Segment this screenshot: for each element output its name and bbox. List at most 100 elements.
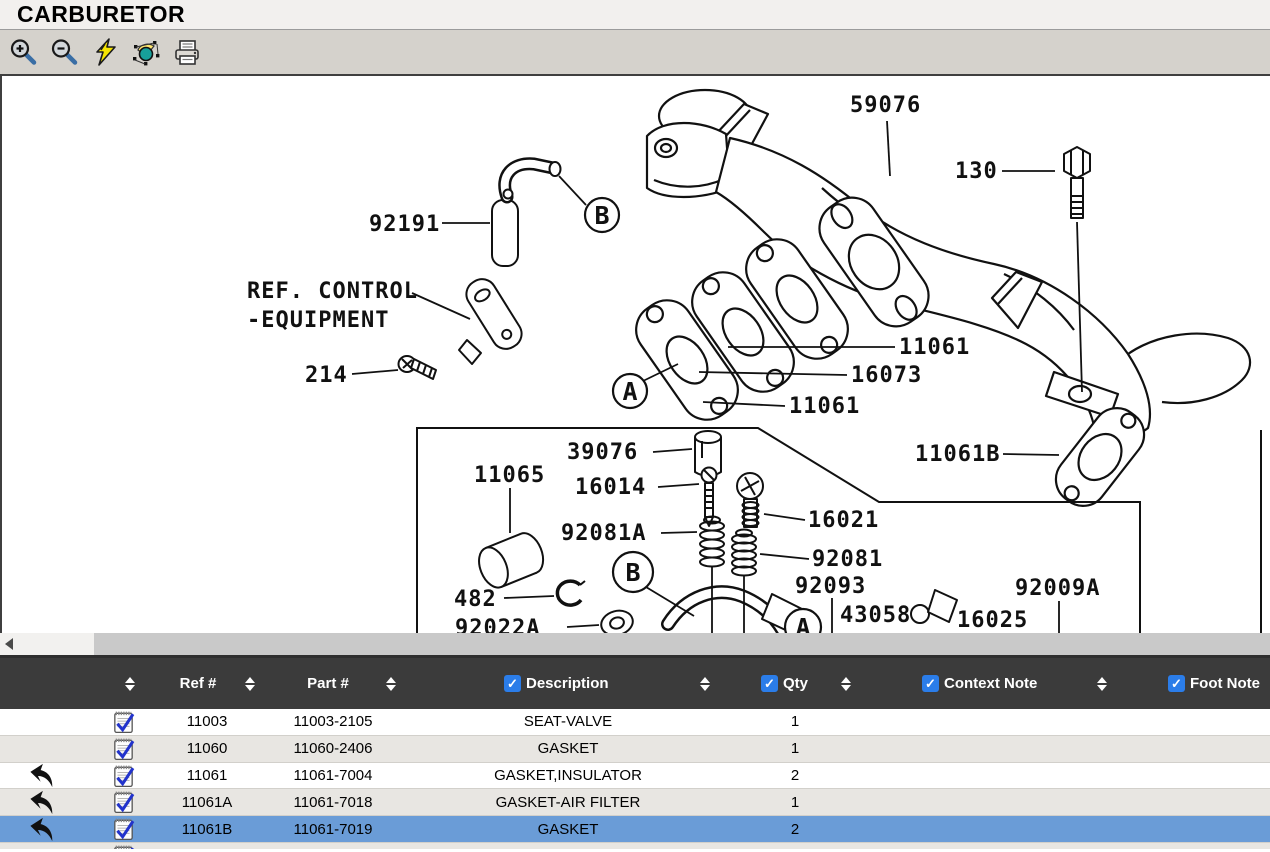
column-header-description[interactable]: Description	[526, 658, 609, 709]
part-label-39076[interactable]: 39076	[567, 440, 638, 465]
part-label-11061-b[interactable]: 11061	[789, 394, 860, 419]
sort-part-column[interactable]	[386, 658, 396, 709]
scrollbar-thumb[interactable]	[94, 633, 1270, 655]
part-cell: 11003-2105	[263, 709, 403, 735]
table-row[interactable]: 11003 11003-2105 SEAT-VALVE 1	[0, 709, 1270, 736]
locate-in-diagram-arrow-icon[interactable]	[24, 816, 60, 842]
edit-note-icon[interactable]	[108, 843, 138, 849]
part-label-482[interactable]: 482	[454, 587, 497, 612]
desc-cell: SEAT-VALVE	[428, 709, 708, 735]
part-label-11065[interactable]: 11065	[474, 463, 545, 488]
edit-note-icon[interactable]	[108, 816, 138, 842]
column-header-ref[interactable]: Ref #	[168, 658, 228, 709]
hardware-drawings	[399, 147, 1091, 633]
column-header-qty[interactable]: Qty	[783, 658, 808, 709]
part-label-92093[interactable]: 92093	[795, 574, 866, 599]
edit-note-icon[interactable]	[108, 789, 138, 815]
part-label-16014[interactable]: 16014	[575, 475, 646, 500]
column-header-foot-note[interactable]: Foot Note	[1190, 658, 1260, 709]
page-title: CARBURETOR	[17, 1, 185, 28]
qty-cell: 2	[768, 816, 822, 842]
column-header-part[interactable]: Part #	[296, 658, 360, 709]
sort-arrows-icon[interactable]	[841, 677, 851, 691]
part-label-92022A[interactable]: 92022A	[455, 616, 540, 633]
edit-note-icon[interactable]	[108, 763, 138, 789]
part-label-92081A[interactable]: 92081A	[561, 521, 646, 546]
zoom-in-icon	[9, 38, 37, 66]
foot-note-checkbox[interactable]	[1168, 658, 1185, 709]
checkbox-checked-icon	[1168, 675, 1185, 692]
checkbox-checked-icon	[922, 675, 939, 692]
part-cell: 11061-7018	[263, 789, 403, 815]
ref-cell	[148, 843, 266, 849]
callout-letter: B	[625, 558, 640, 587]
sort-arrows-icon[interactable]	[125, 677, 135, 691]
ref-control-label: REF. CONTROL	[247, 279, 418, 304]
edit-note-icon[interactable]	[108, 709, 138, 735]
parts-diagram: B A B A 59076 130 92191 REF. CONTROL -EQ…	[0, 76, 1270, 633]
sort-icon-column[interactable]	[125, 658, 135, 709]
zoom-out-button[interactable]	[49, 37, 79, 67]
scroll-left-button[interactable]	[0, 633, 18, 655]
ref-cell: 11061A	[148, 789, 266, 815]
callout-letter: B	[594, 201, 609, 230]
part-label-59076[interactable]: 59076	[850, 93, 921, 118]
parts-diagram-canvas[interactable]: B A B A 59076 130 92191 REF. CONTROL -EQ…	[2, 76, 1270, 633]
flash-highlight-button[interactable]	[90, 37, 120, 67]
print-button[interactable]	[172, 37, 202, 67]
part-label-130[interactable]: 130	[955, 159, 998, 184]
desc-cell: GASKET	[428, 816, 708, 842]
part-cell: 11060-2406	[263, 736, 403, 762]
table-row[interactable]: 11061A 11061-7018 GASKET-AIR FILTER 1	[0, 789, 1270, 816]
table-row[interactable]	[0, 843, 1270, 849]
ref-cell: 11003	[148, 709, 266, 735]
ref-cell: 11061B	[148, 816, 266, 842]
context-note-checkbox[interactable]	[922, 658, 939, 709]
qty-cell: 1	[768, 709, 822, 735]
part-label-214[interactable]: 214	[305, 363, 348, 388]
sort-arrows-icon[interactable]	[245, 677, 255, 691]
part-cell: 11061-7004	[263, 763, 403, 789]
locate-in-diagram-arrow-icon[interactable]	[24, 789, 60, 815]
parts-table-body: 11003 11003-2105 SEAT-VALVE 1 11060 1106…	[0, 709, 1270, 849]
hotspot-select-icon	[132, 38, 160, 66]
sort-context-column[interactable]	[1097, 658, 1107, 709]
sort-arrows-icon[interactable]	[1097, 677, 1107, 691]
table-row-selected[interactable]: 11061B 11061-7019 GASKET 2	[0, 816, 1270, 843]
title-bar: CARBURETOR	[0, 0, 1270, 30]
column-header-context-note[interactable]: Context Note	[944, 658, 1037, 709]
checkbox-checked-icon	[761, 675, 778, 692]
part-label-16025[interactable]: 16025	[957, 608, 1028, 633]
description-checkbox[interactable]	[504, 658, 521, 709]
part-label-92009A[interactable]: 92009A	[1015, 576, 1100, 601]
part-label-11061B[interactable]: 11061B	[915, 442, 1000, 467]
table-row[interactable]: 11061 11061-7004 GASKET,INSULATOR 2	[0, 763, 1270, 790]
part-label-16021[interactable]: 16021	[808, 508, 879, 533]
equipment-label: -EQUIPMENT	[247, 308, 389, 333]
part-label-11061-a[interactable]: 11061	[899, 335, 970, 360]
edit-note-icon[interactable]	[108, 736, 138, 762]
part-label-92191[interactable]: 92191	[369, 212, 440, 237]
qty-cell: 1	[768, 736, 822, 762]
checkbox-checked-icon	[504, 675, 521, 692]
table-row[interactable]: 11060 11060-2406 GASKET 1	[0, 736, 1270, 763]
scroll-left-arrow-icon	[5, 638, 13, 650]
sort-ref-column[interactable]	[245, 658, 255, 709]
horizontal-scrollbar[interactable]	[0, 633, 1270, 655]
qty-cell	[768, 843, 822, 849]
callout-letter: A	[795, 613, 810, 633]
sort-arrows-icon[interactable]	[386, 677, 396, 691]
desc-cell	[428, 843, 708, 849]
sort-description-column[interactable]	[700, 658, 710, 709]
qty-cell: 1	[768, 789, 822, 815]
hotspot-select-button[interactable]	[131, 37, 161, 67]
part-label-43058[interactable]: 43058	[840, 603, 911, 628]
sort-qty-column[interactable]	[841, 658, 851, 709]
qty-checkbox[interactable]	[761, 658, 778, 709]
part-label-92081[interactable]: 92081	[812, 547, 883, 572]
locate-in-diagram-arrow-icon[interactable]	[24, 763, 60, 789]
sort-arrows-icon[interactable]	[700, 677, 710, 691]
lightning-icon	[91, 38, 119, 66]
part-label-16073[interactable]: 16073	[851, 363, 922, 388]
zoom-in-button[interactable]	[8, 37, 38, 67]
